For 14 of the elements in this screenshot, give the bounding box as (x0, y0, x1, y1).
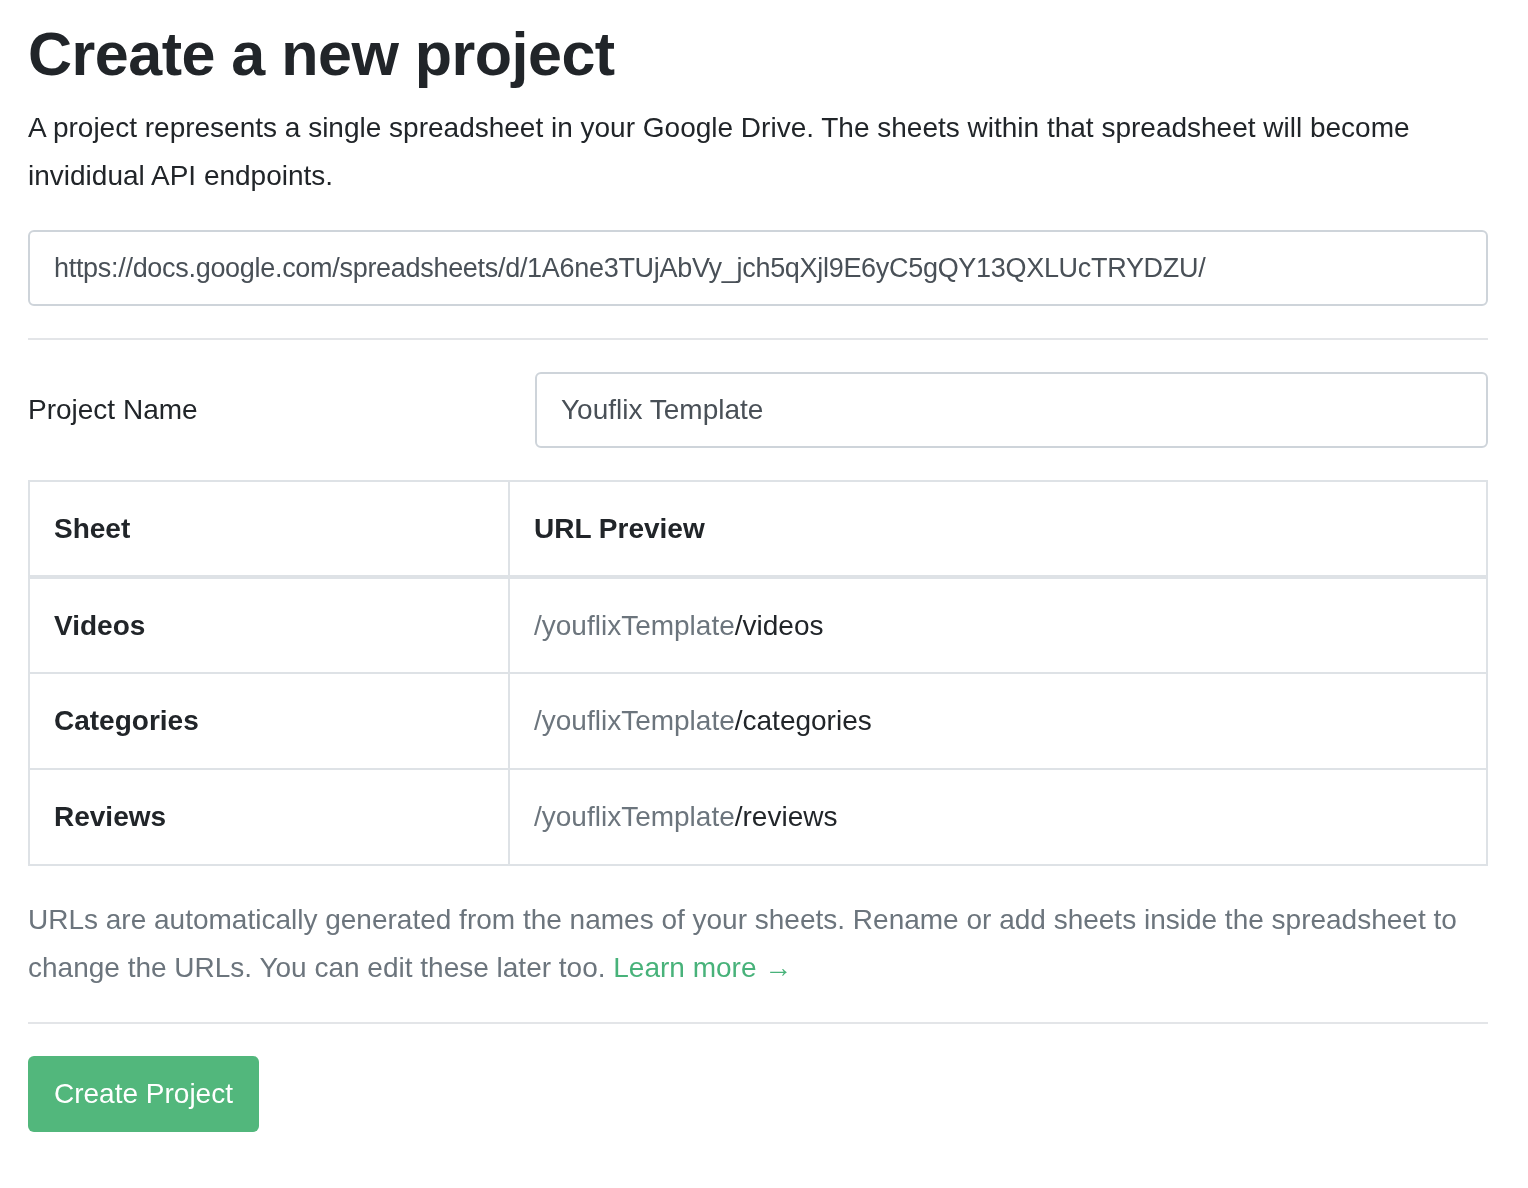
url-preview-cell: /youflixTemplate/reviews (509, 769, 1487, 865)
url-input-field[interactable]: https://docs.google.com/spreadsheets/d/1A6ne3TUjAbVy_jch5qXjl9E6yC5gQY13QXLUcTRYDZU/ (28, 230, 1488, 306)
help-text: URLs are automatically generated from the names of your sheets. Rename or add sheets inside the spreadsheet to change the URLs. You can edit these later too. Learn more → (28, 903, 1458, 985)
url-preview-cell: /youflixTemplate/videos (509, 577, 1487, 673)
sheet-name-cell: Reviews (29, 769, 509, 865)
url-preview-cell: /youflixTemplate/categories (509, 673, 1487, 769)
page-title: Create a new project (28, 19, 616, 90)
project-name-field[interactable]: Youflix Template (535, 372, 1488, 448)
column-header: URL Preview (509, 481, 1487, 577)
column-header: Sheet (29, 481, 509, 577)
sheet-name-cell: Videos (29, 577, 509, 673)
field-label: Project Name (28, 394, 198, 426)
description-text: A project represents a single spreadsheet in your Google Drive. The sheets within that spreadsheet will become invididual API endpoints. (28, 111, 1411, 193)
sheet-name-cell: Categories (29, 673, 509, 769)
